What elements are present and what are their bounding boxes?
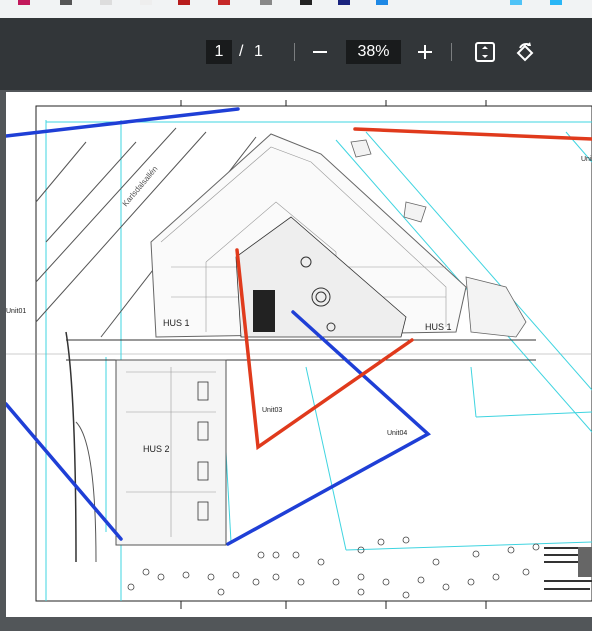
bookmark-icon[interactable] [100,0,112,5]
unit-label: Unit03 [262,407,282,414]
bookmark-icon[interactable] [376,0,388,5]
fit-page-icon [475,42,495,62]
zoom-out-button[interactable] [306,38,334,66]
bookmark-icon[interactable] [60,0,72,5]
browser-tab-strip [0,0,592,19]
building-label: HUS 1 [163,318,190,328]
unit-label: Uni [581,156,592,163]
toolbar-divider [451,43,452,61]
bookmark-icon[interactable] [178,0,190,5]
building-label: HUS 1 [425,322,452,332]
document-viewer[interactable]: Karlsdalsallén Unit01 Unit03 Unit04 Uni … [0,90,592,631]
plus-icon [418,45,432,59]
rotate-icon [516,42,534,62]
pdf-page: Karlsdalsallén Unit01 Unit03 Unit04 Uni … [6,92,592,617]
building-label: HUS 2 [143,444,170,454]
site-plan-drawing: Karlsdalsallén Unit01 Unit03 Unit04 Uni … [6,100,592,609]
fit-to-page-button[interactable] [471,38,499,66]
unit-label: Unit04 [387,430,407,437]
bookmark-icon[interactable] [218,0,230,5]
total-pages: 1 [254,43,263,60]
street-label: Karlsdalsallén [121,164,160,208]
bookmark-icon[interactable] [140,0,152,5]
toolbar-divider [294,43,295,61]
bookmark-icon[interactable] [550,0,562,5]
pdf-toolbar: 1 / 1 38% [0,18,592,90]
viewer-bottom-margin [0,617,592,631]
unit-label: Unit01 [6,308,26,315]
zoom-level-input[interactable]: 38% [346,40,401,64]
bookmark-icon[interactable] [18,0,30,5]
bookmark-icon[interactable] [510,0,522,5]
page-separator: / [239,43,244,60]
page-number-input[interactable]: 1 [206,40,232,64]
zoom-in-button[interactable] [411,38,439,66]
minus-icon [313,51,327,53]
bookmark-icon[interactable] [260,0,272,5]
rotate-button[interactable] [511,38,539,66]
bookmark-icon[interactable] [300,0,312,5]
bookmark-icon[interactable] [338,0,350,5]
